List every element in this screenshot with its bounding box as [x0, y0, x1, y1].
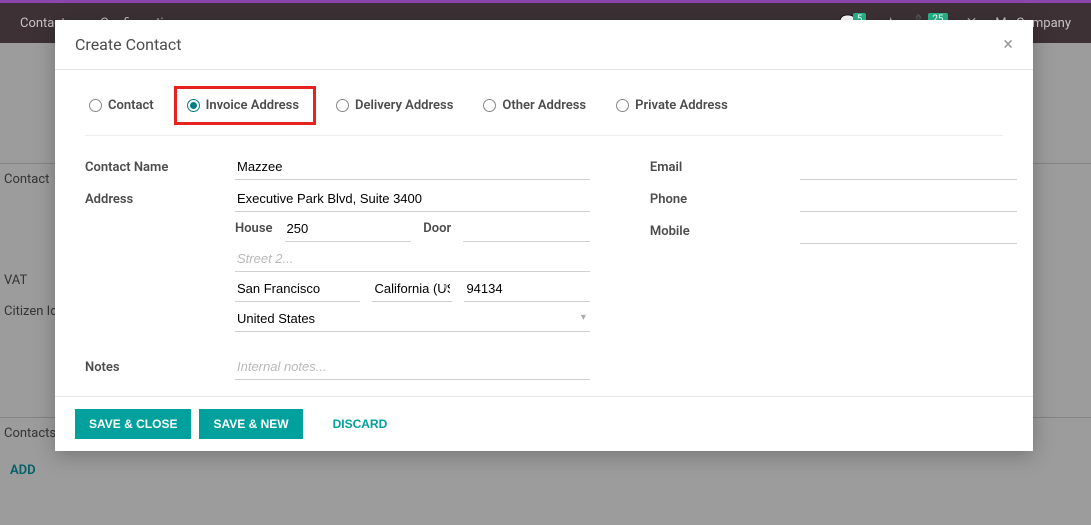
contact-name-input[interactable]	[235, 154, 590, 180]
street2-input[interactable]	[235, 246, 590, 272]
label-notes: Notes	[85, 354, 235, 375]
address-type-radios: Contact Invoice Address Delivery Address…	[85, 90, 1003, 136]
email-input[interactable]	[800, 154, 1017, 180]
highlight-box: Invoice Address	[174, 86, 316, 125]
discard-button[interactable]: DISCARD	[319, 409, 402, 439]
radio-icon	[89, 99, 102, 112]
label-house: House	[235, 216, 273, 242]
save-close-button[interactable]: SAVE & CLOSE	[75, 409, 191, 439]
create-contact-modal: Create Contact × Contact Invoice Address…	[55, 20, 1033, 451]
radio-private-address[interactable]: Private Address	[612, 95, 732, 116]
radio-invoice-label: Invoice Address	[206, 98, 299, 113]
save-new-button[interactable]: SAVE & NEW	[199, 409, 302, 439]
door-input[interactable]	[463, 216, 590, 242]
radio-invoice-address[interactable]: Invoice Address	[183, 95, 303, 116]
mobile-input[interactable]	[800, 218, 1017, 244]
zip-input[interactable]	[464, 276, 589, 302]
notes-input[interactable]	[235, 354, 590, 380]
radio-contact[interactable]: Contact	[85, 95, 158, 116]
radio-private-label: Private Address	[635, 98, 728, 113]
radio-icon	[483, 99, 496, 112]
state-select[interactable]	[372, 276, 452, 302]
house-input[interactable]	[285, 216, 412, 242]
label-address: Address	[85, 186, 235, 207]
radio-other-label: Other Address	[502, 98, 586, 113]
radio-delivery-label: Delivery Address	[355, 98, 453, 113]
label-mobile: Mobile	[650, 218, 800, 239]
radio-contact-label: Contact	[108, 98, 154, 113]
label-email: Email	[650, 154, 800, 175]
radio-other-address[interactable]: Other Address	[479, 95, 590, 116]
close-icon[interactable]: ×	[1003, 34, 1013, 55]
modal-title: Create Contact	[75, 35, 181, 54]
radio-icon	[616, 99, 629, 112]
phone-input[interactable]	[800, 186, 1017, 212]
radio-delivery-address[interactable]: Delivery Address	[332, 95, 457, 116]
city-input[interactable]	[235, 276, 360, 302]
label-phone: Phone	[650, 186, 800, 207]
label-contact-name: Contact Name	[85, 154, 235, 175]
radio-icon	[187, 99, 200, 112]
radio-icon	[336, 99, 349, 112]
label-door: Door	[423, 216, 451, 242]
country-select[interactable]	[235, 306, 590, 332]
street-input[interactable]	[235, 186, 590, 212]
